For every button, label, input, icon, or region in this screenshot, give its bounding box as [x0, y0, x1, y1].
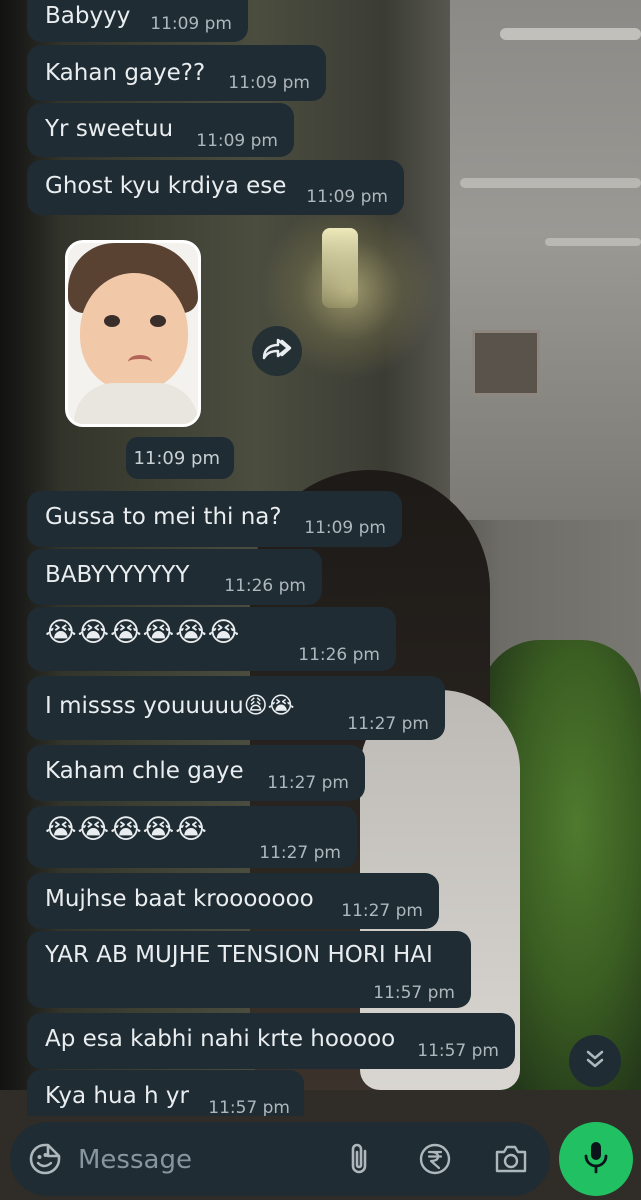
message-timestamp: 11:26 pm	[298, 645, 380, 665]
message-text: Yr sweetuu	[45, 116, 174, 142]
message-text: Gussa to mei thi na?	[45, 504, 282, 530]
message-bubble[interactable]: Ap esa kabhi nahi krte hooooo 11:57 pm	[27, 1013, 515, 1069]
message-composer	[10, 1122, 550, 1196]
mic-icon	[582, 1139, 610, 1179]
message-text: 😭😭😭😭😭😭	[45, 617, 241, 648]
message-bubble[interactable]: Kahan gaye?? 11:09 pm	[27, 45, 326, 101]
message-bubble[interactable]: Ghost kyu krdiya ese 11:09 pm	[27, 160, 404, 215]
message-timestamp: 11:27 pm	[259, 843, 341, 863]
message-text: Kaham chle gaye	[45, 758, 244, 784]
message-timestamp: 11:27 pm	[341, 901, 423, 921]
message-timestamp: 11:57 pm	[373, 983, 455, 1003]
message-timestamp: 11:26 pm	[224, 576, 306, 596]
message-text: Kahan gaye??	[45, 60, 206, 86]
message-timestamp: 11:27 pm	[267, 773, 349, 793]
message-timestamp: 11:09 pm	[196, 131, 278, 151]
message-timestamp: 11:09 pm	[150, 14, 232, 34]
sticker-timestamp-pill: 11:09 pm	[126, 437, 234, 479]
scroll-to-bottom-button[interactable]	[569, 1035, 621, 1087]
camera-icon[interactable]	[494, 1142, 528, 1176]
message-bubble[interactable]: Gussa to mei thi na? 11:09 pm	[27, 491, 402, 547]
message-text: Ap esa kabhi nahi krte hooooo	[45, 1026, 396, 1052]
rupee-payment-icon[interactable]	[418, 1142, 452, 1176]
message-text: BABYYYYYYY	[45, 562, 190, 588]
message-bubble[interactable]: Yr sweetuu 11:09 pm	[27, 103, 294, 157]
message-bubble[interactable]: BABYYYYYYY 11:26 pm	[27, 549, 322, 605]
message-timestamp: 11:57 pm	[417, 1041, 499, 1061]
sticker-image	[65, 240, 201, 427]
message-timestamp: 11:09 pm	[133, 448, 220, 469]
message-bubble[interactable]: I missss youuuuu😩😭 11:27 pm	[27, 676, 445, 740]
mic-button[interactable]	[559, 1122, 633, 1196]
message-bubble[interactable]: 😭😭😭😭😭 11:27 pm	[27, 806, 357, 868]
message-bubble[interactable]: Kya hua h yr 11:57 pm	[27, 1070, 304, 1116]
message-text: Ghost kyu krdiya ese	[45, 173, 287, 199]
message-text: YAR AB MUJHE TENSION HORI HAI	[45, 942, 433, 968]
forward-button[interactable]	[252, 326, 302, 376]
message-text: Babyyy	[45, 3, 131, 29]
message-input[interactable]	[76, 1136, 330, 1184]
message-text: Kya hua h yr	[45, 1083, 189, 1109]
message-timestamp: 11:09 pm	[306, 187, 388, 207]
message-timestamp: 11:09 pm	[304, 518, 386, 538]
message-timestamp: 11:09 pm	[228, 73, 310, 93]
message-bubble[interactable]: 😭😭😭😭😭😭 11:26 pm	[27, 607, 396, 671]
message-timestamp: 11:27 pm	[347, 714, 429, 734]
forward-icon	[262, 338, 292, 364]
emoji-icon[interactable]	[28, 1142, 62, 1176]
message-bubble[interactable]: Mujhse baat krooooooo 11:27 pm	[27, 873, 439, 929]
attach-icon[interactable]	[343, 1142, 377, 1176]
message-text: 😭😭😭😭😭	[45, 814, 208, 845]
message-timestamp: 11:57 pm	[208, 1098, 290, 1116]
crying-baby-sticker[interactable]	[62, 237, 206, 430]
message-text: Mujhse baat krooooooo	[45, 886, 314, 912]
message-bubble[interactable]: Kaham chle gaye 11:27 pm	[27, 745, 365, 801]
double-chevron-down-icon	[584, 1048, 606, 1074]
message-bubble[interactable]: YAR AB MUJHE TENSION HORI HAI 11:57 pm	[27, 931, 471, 1008]
message-text: I missss youuuuu😩😭	[45, 693, 295, 719]
message-bubble[interactable]: Babyyy 11:09 pm	[27, 0, 248, 42]
message-list[interactable]: Babyyy 11:09 pm Kahan gaye?? 11:09 pm Yr…	[0, 0, 641, 1200]
